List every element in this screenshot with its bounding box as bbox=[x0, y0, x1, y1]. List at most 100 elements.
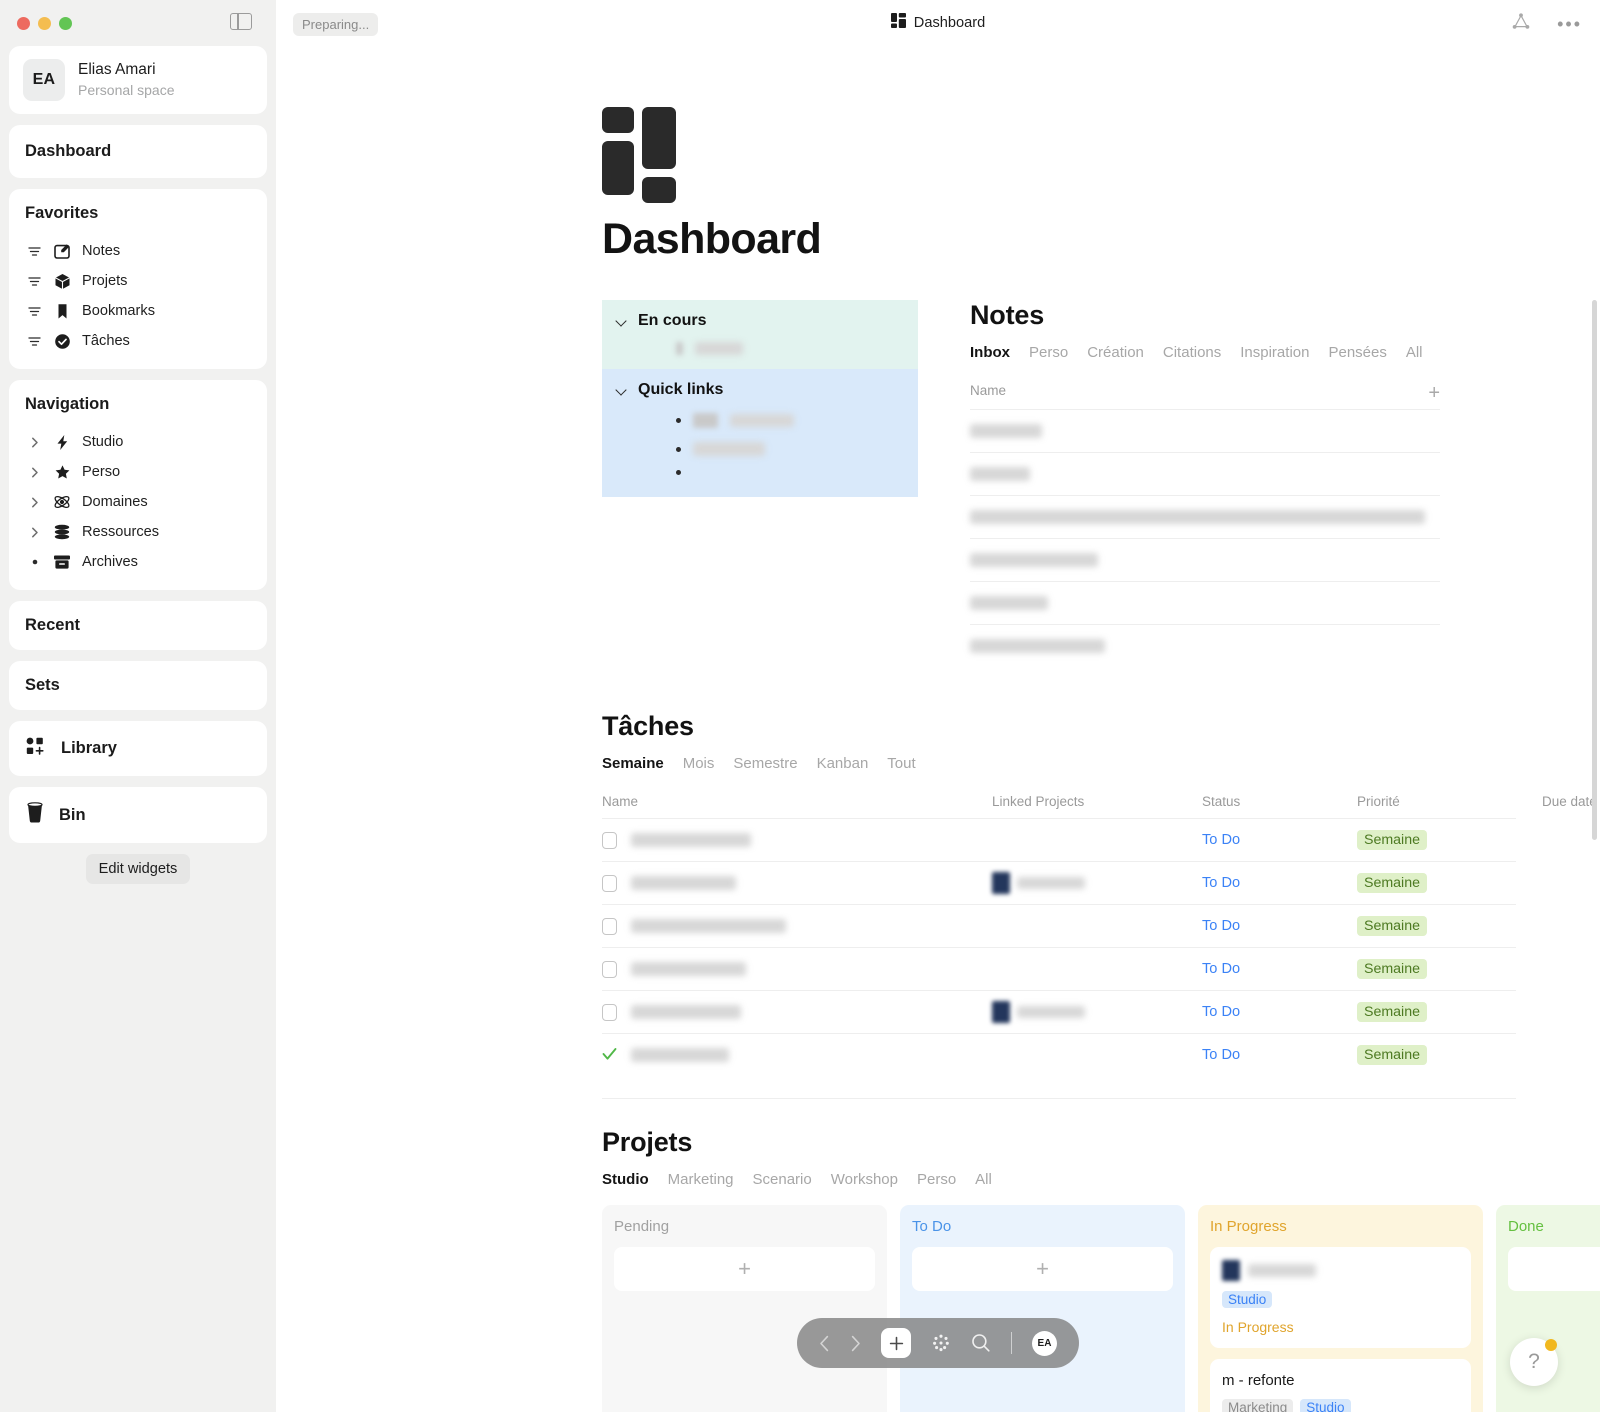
user-workspace-card[interactable]: EA Elias Amari Personal space bbox=[9, 46, 267, 114]
tab-perso[interactable]: Perso bbox=[917, 1171, 956, 1188]
chevron-right-icon[interactable] bbox=[27, 467, 42, 478]
chevron-right-icon[interactable] bbox=[27, 497, 42, 508]
list-item[interactable] bbox=[616, 442, 904, 456]
tab-pensees[interactable]: Pensées bbox=[1328, 344, 1386, 361]
quick-links-header[interactable]: Quick links bbox=[616, 381, 904, 399]
table-row[interactable]: To Do Semaine bbox=[602, 818, 1516, 861]
vertical-scrollbar[interactable] bbox=[1592, 300, 1597, 840]
tab-tout[interactable]: Tout bbox=[887, 755, 915, 772]
chevron-right-icon[interactable] bbox=[27, 437, 42, 448]
task-checkbox[interactable] bbox=[602, 917, 617, 935]
list-item[interactable] bbox=[616, 413, 904, 428]
table-row[interactable]: To Do Semaine bbox=[602, 904, 1516, 947]
task-status[interactable]: To Do bbox=[1202, 1047, 1357, 1063]
task-checkbox[interactable] bbox=[602, 960, 617, 978]
sidebar-section-sets[interactable]: Sets bbox=[9, 661, 267, 710]
add-card-button[interactable]: + bbox=[614, 1247, 875, 1291]
task-status[interactable]: To Do bbox=[1202, 1004, 1357, 1020]
task-checkbox[interactable] bbox=[602, 874, 617, 892]
search-icon[interactable] bbox=[971, 1333, 991, 1353]
sidebar-item-dashboard[interactable]: Dashboard bbox=[9, 125, 267, 178]
list-item[interactable] bbox=[970, 495, 1440, 538]
sidebar-toggle-icon[interactable] bbox=[230, 13, 252, 30]
notification-badge bbox=[1545, 1339, 1557, 1351]
list-item[interactable] bbox=[616, 342, 904, 355]
table-row[interactable]: To Do Semaine bbox=[602, 1033, 1516, 1076]
task-status[interactable]: To Do bbox=[1202, 875, 1357, 891]
chevron-down-icon[interactable] bbox=[616, 384, 628, 396]
list-item[interactable] bbox=[970, 409, 1440, 452]
en-cours-header[interactable]: En cours bbox=[616, 312, 904, 330]
task-checkbox[interactable] bbox=[602, 1003, 617, 1021]
sidebar-item-ressources[interactable]: Ressources bbox=[25, 517, 251, 547]
sidebar-item-domaines[interactable]: Domaines bbox=[25, 487, 251, 517]
bullet-icon bbox=[676, 446, 681, 452]
edit-widgets-button[interactable]: Edit widgets bbox=[85, 854, 191, 884]
dots-grid-icon[interactable] bbox=[931, 1333, 951, 1353]
share-nodes-icon[interactable] bbox=[1511, 12, 1531, 36]
sidebar-item-projets[interactable]: Projets bbox=[25, 266, 251, 296]
task-status[interactable]: To Do bbox=[1202, 832, 1357, 848]
close-window-button[interactable] bbox=[17, 16, 30, 30]
minimize-window-button[interactable] bbox=[38, 16, 51, 30]
sidebar-item-archives[interactable]: Archives bbox=[25, 547, 251, 577]
tab-studio[interactable]: Studio bbox=[602, 1171, 649, 1188]
tab-perso[interactable]: Perso bbox=[1029, 344, 1068, 361]
linked-project-chip[interactable] bbox=[992, 872, 1202, 894]
add-button[interactable] bbox=[881, 1328, 911, 1358]
tab-all[interactable]: All bbox=[1406, 344, 1423, 361]
task-checkbox[interactable] bbox=[602, 831, 617, 849]
add-card-button[interactable]: + bbox=[912, 1247, 1173, 1291]
tab-inspiration[interactable]: Inspiration bbox=[1240, 344, 1309, 361]
tab-all[interactable]: All bbox=[975, 1171, 992, 1188]
sidebar-item-bin[interactable]: Bin bbox=[9, 787, 267, 843]
sidebar-item-studio[interactable]: Studio bbox=[25, 427, 251, 457]
maximize-window-button[interactable] bbox=[59, 16, 72, 30]
note-title-redacted bbox=[970, 467, 1030, 481]
chevron-down-icon[interactable] bbox=[616, 315, 628, 327]
help-button[interactable]: ? bbox=[1510, 1338, 1558, 1386]
task-status[interactable]: To Do bbox=[1202, 918, 1357, 934]
sidebar-item-library[interactable]: Library bbox=[9, 721, 267, 776]
tab-inbox[interactable]: Inbox bbox=[970, 344, 1010, 361]
add-note-button[interactable]: + bbox=[1428, 383, 1440, 403]
tab-semestre[interactable]: Semestre bbox=[733, 755, 797, 772]
table-row[interactable]: To Do Semaine bbox=[602, 861, 1516, 904]
chevron-right-icon[interactable] bbox=[27, 527, 42, 538]
tab-semaine[interactable]: Semaine bbox=[602, 755, 664, 772]
list-item[interactable] bbox=[616, 470, 904, 475]
tab-marketing[interactable]: Marketing bbox=[668, 1171, 734, 1188]
sidebar-item-notes[interactable]: Notes bbox=[25, 236, 251, 266]
list-item[interactable] bbox=[970, 538, 1440, 581]
chevron-right-icon[interactable] bbox=[850, 1335, 861, 1352]
tag-marketing: Marketing bbox=[1222, 1399, 1294, 1412]
tab-creation[interactable]: Création bbox=[1087, 344, 1144, 361]
linked-project-chip[interactable] bbox=[992, 1001, 1202, 1023]
add-card-button[interactable]: + bbox=[1508, 1247, 1600, 1291]
task-checkbox-checked[interactable] bbox=[602, 1047, 617, 1064]
tab-workshop[interactable]: Workshop bbox=[831, 1171, 898, 1188]
kanban-card[interactable]: m - refonte Marketing Studio bbox=[1210, 1359, 1471, 1412]
table-row[interactable]: To Do Semaine bbox=[602, 990, 1516, 1033]
tab-citations[interactable]: Citations bbox=[1163, 344, 1221, 361]
sidebar-item-taches[interactable]: Tâches bbox=[25, 326, 251, 356]
note-title-redacted bbox=[970, 424, 1042, 438]
task-status[interactable]: To Do bbox=[1202, 961, 1357, 977]
list-item[interactable] bbox=[970, 624, 1440, 667]
user-space-subtitle: Personal space bbox=[78, 81, 175, 98]
more-horizontal-icon[interactable]: ••• bbox=[1557, 15, 1582, 33]
sets-title: Sets bbox=[25, 676, 60, 694]
list-item[interactable] bbox=[970, 452, 1440, 495]
tab-mois[interactable]: Mois bbox=[683, 755, 715, 772]
kanban-card[interactable]: Studio In Progress bbox=[1210, 1247, 1471, 1348]
table-row[interactable]: To Do Semaine bbox=[602, 947, 1516, 990]
list-item[interactable] bbox=[970, 581, 1440, 624]
sidebar-item-perso[interactable]: Perso bbox=[25, 457, 251, 487]
tab-scenario[interactable]: Scenario bbox=[753, 1171, 812, 1188]
chevron-left-icon[interactable] bbox=[819, 1335, 830, 1352]
avatar[interactable]: EA bbox=[1032, 1330, 1057, 1356]
user-name: Elias Amari bbox=[78, 61, 156, 79]
sidebar-item-bookmarks[interactable]: Bookmarks bbox=[25, 296, 251, 326]
sidebar-section-recent[interactable]: Recent bbox=[9, 601, 267, 650]
tab-kanban[interactable]: Kanban bbox=[817, 755, 869, 772]
